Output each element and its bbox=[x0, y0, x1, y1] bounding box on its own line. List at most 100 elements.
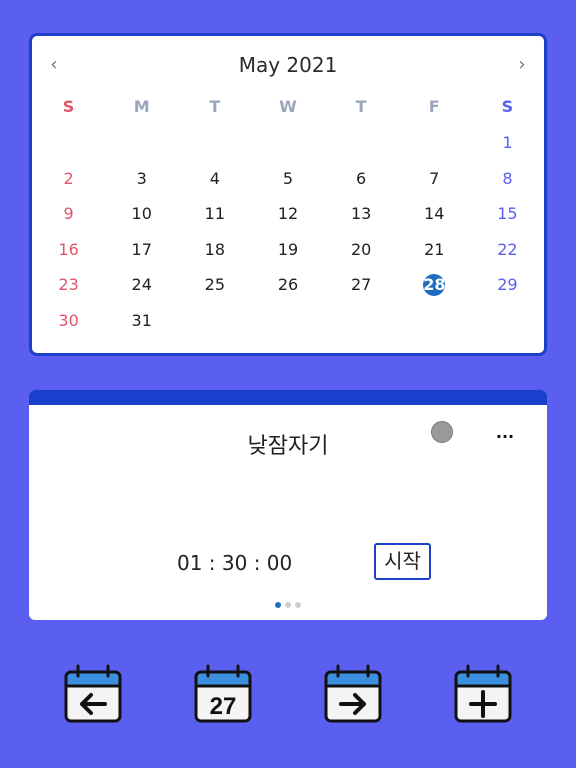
weekday-label: M bbox=[133, 97, 150, 116]
calendar-day[interactable]: 23 bbox=[32, 267, 105, 303]
more-options-icon[interactable]: ··· bbox=[493, 429, 517, 450]
calendar-day[interactable]: 2 bbox=[32, 161, 105, 197]
calendar-day-number: 13 bbox=[350, 204, 372, 223]
calendar-day-number: 12 bbox=[277, 204, 299, 223]
calendar-day[interactable]: 5 bbox=[251, 161, 324, 197]
calendar-empty-cell bbox=[178, 303, 251, 339]
calendar-grid: S M T W T F S 1 2 3 4 5 6 7 8 9 10 11 12 13 14 15 16 17 1… bbox=[32, 89, 544, 338]
calendar-day-number: 21 bbox=[424, 239, 445, 259]
calendar-header: ‹ May 2021 › bbox=[32, 50, 544, 80]
calendar-day-number: 17 bbox=[131, 239, 152, 259]
calendar-empty-cell bbox=[251, 125, 324, 161]
calendar-day[interactable]: 19 bbox=[251, 232, 324, 268]
calendar-day-number: 24 bbox=[131, 275, 152, 294]
calendar-day-number: 27 bbox=[350, 275, 372, 294]
calendar-empty-cell bbox=[32, 125, 105, 161]
calendar-day-number: 14 bbox=[424, 204, 445, 223]
calendar-empty-cell bbox=[178, 125, 251, 161]
calendar-day[interactable]: 12 bbox=[251, 196, 324, 232]
page-dot[interactable] bbox=[285, 602, 291, 608]
calendar-day-number: 4 bbox=[209, 168, 220, 188]
calendar-day[interactable]: 30 bbox=[32, 303, 105, 339]
calendar-day-number: 1 bbox=[502, 133, 513, 152]
calendar-day-number: 2 bbox=[63, 168, 74, 188]
calendar-empty-cell bbox=[398, 125, 471, 161]
calendar-day-number: 6 bbox=[356, 168, 367, 188]
calendar-day[interactable]: 26 bbox=[251, 267, 324, 303]
calendar-day-number: 29 bbox=[497, 275, 518, 294]
timer-countdown: 01 : 30 : 00 bbox=[177, 551, 293, 575]
calendar-day-number: 16 bbox=[58, 239, 79, 259]
calendar-day[interactable]: 27 bbox=[325, 267, 398, 303]
calendar-day-number: 7 bbox=[429, 168, 440, 188]
calendar-day-number: 28 bbox=[423, 274, 446, 296]
timer-title: 낮잠자기 bbox=[247, 434, 329, 459]
calendar-day[interactable]: 3 bbox=[105, 161, 178, 197]
calendar-day[interactable]: 21 bbox=[398, 232, 471, 268]
calendar-day-number: 9 bbox=[63, 204, 74, 223]
calendar-day-selected[interactable]: 28 bbox=[398, 267, 471, 303]
calendar-empty-cell bbox=[398, 303, 471, 339]
calendar-day[interactable]: 24 bbox=[105, 267, 178, 303]
calendar-day[interactable]: 14 bbox=[398, 196, 471, 232]
add-event-button[interactable] bbox=[453, 664, 513, 724]
weekday-label: T bbox=[209, 97, 221, 116]
chevron-right-icon[interactable]: › bbox=[510, 50, 534, 80]
calendar-day[interactable]: 7 bbox=[398, 161, 471, 197]
timer-card: 낮잠자기 ··· 01 : 30 : 00 시작 bbox=[29, 390, 547, 620]
calendar-day-number: 22 bbox=[497, 239, 518, 259]
calendar-day[interactable]: 15 bbox=[471, 196, 544, 232]
calendar-day-number: 30 bbox=[58, 310, 79, 330]
calendar-day[interactable]: 31 bbox=[105, 303, 178, 339]
calendar-card: ‹ May 2021 › S M T W T F S 1 2 3 4 5 6 7 8 9 10 11… bbox=[29, 33, 547, 356]
today-button-label: 27 bbox=[210, 693, 237, 720]
calendar-day-number: 15 bbox=[497, 204, 518, 223]
calendar-day-number: 23 bbox=[58, 275, 79, 294]
calendar-day-number: 8 bbox=[502, 168, 513, 188]
calendar-day[interactable]: 9 bbox=[32, 196, 105, 232]
calendar-day[interactable]: 13 bbox=[325, 196, 398, 232]
weekday-label: T bbox=[355, 97, 367, 116]
calendar-day-number: 11 bbox=[204, 204, 226, 223]
calendar-day[interactable]: 11 bbox=[178, 196, 251, 232]
calendar-arrow-right-icon bbox=[324, 664, 382, 723]
calendar-today-icon: 27 bbox=[194, 664, 252, 723]
calendar-day-number: 19 bbox=[277, 239, 299, 259]
next-day-button[interactable] bbox=[323, 664, 383, 724]
calendar-day[interactable]: 6 bbox=[325, 161, 398, 197]
calendar-day-number: 5 bbox=[282, 168, 294, 188]
calendar-day[interactable]: 17 bbox=[105, 232, 178, 268]
weekday-label: S bbox=[62, 97, 75, 116]
calendar-day[interactable]: 18 bbox=[178, 232, 251, 268]
calendar-day[interactable]: 16 bbox=[32, 232, 105, 268]
calendar-empty-cell bbox=[325, 303, 398, 339]
calendar-day-number: 20 bbox=[350, 239, 372, 259]
calendar-day[interactable]: 8 bbox=[471, 161, 544, 197]
start-button[interactable]: 시작 bbox=[374, 543, 431, 580]
today-button[interactable]: 27 bbox=[193, 664, 253, 724]
weekday-label: F bbox=[428, 97, 440, 116]
calendar-day[interactable]: 10 bbox=[105, 196, 178, 232]
calendar-day[interactable]: 4 bbox=[178, 161, 251, 197]
weekday-label: S bbox=[501, 97, 514, 116]
calendar-day-number: 25 bbox=[204, 275, 226, 294]
weekday-label: W bbox=[279, 97, 297, 116]
previous-day-button[interactable] bbox=[63, 664, 123, 724]
calendar-day-number: 26 bbox=[277, 275, 299, 294]
page-dot[interactable] bbox=[295, 602, 301, 608]
calendar-day-number: 3 bbox=[136, 168, 147, 188]
calendar-day[interactable]: 25 bbox=[178, 267, 251, 303]
timer-card-topbar bbox=[29, 390, 547, 405]
calendar-empty-cell bbox=[325, 125, 398, 161]
calendar-day[interactable]: 22 bbox=[471, 232, 544, 268]
calendar-day[interactable]: 29 bbox=[471, 267, 544, 303]
calendar-day[interactable]: 20 bbox=[325, 232, 398, 268]
calendar-day[interactable]: 1 bbox=[471, 125, 544, 161]
calendar-empty-cell bbox=[105, 125, 178, 161]
calendar-month-title: May 2021 bbox=[238, 53, 338, 77]
page-dot[interactable] bbox=[275, 602, 281, 608]
calendar-day-number: 31 bbox=[131, 310, 152, 330]
calendar-plus-icon bbox=[454, 664, 512, 723]
calendar-empty-cell bbox=[471, 303, 544, 339]
calendar-arrow-left-icon bbox=[64, 664, 122, 723]
